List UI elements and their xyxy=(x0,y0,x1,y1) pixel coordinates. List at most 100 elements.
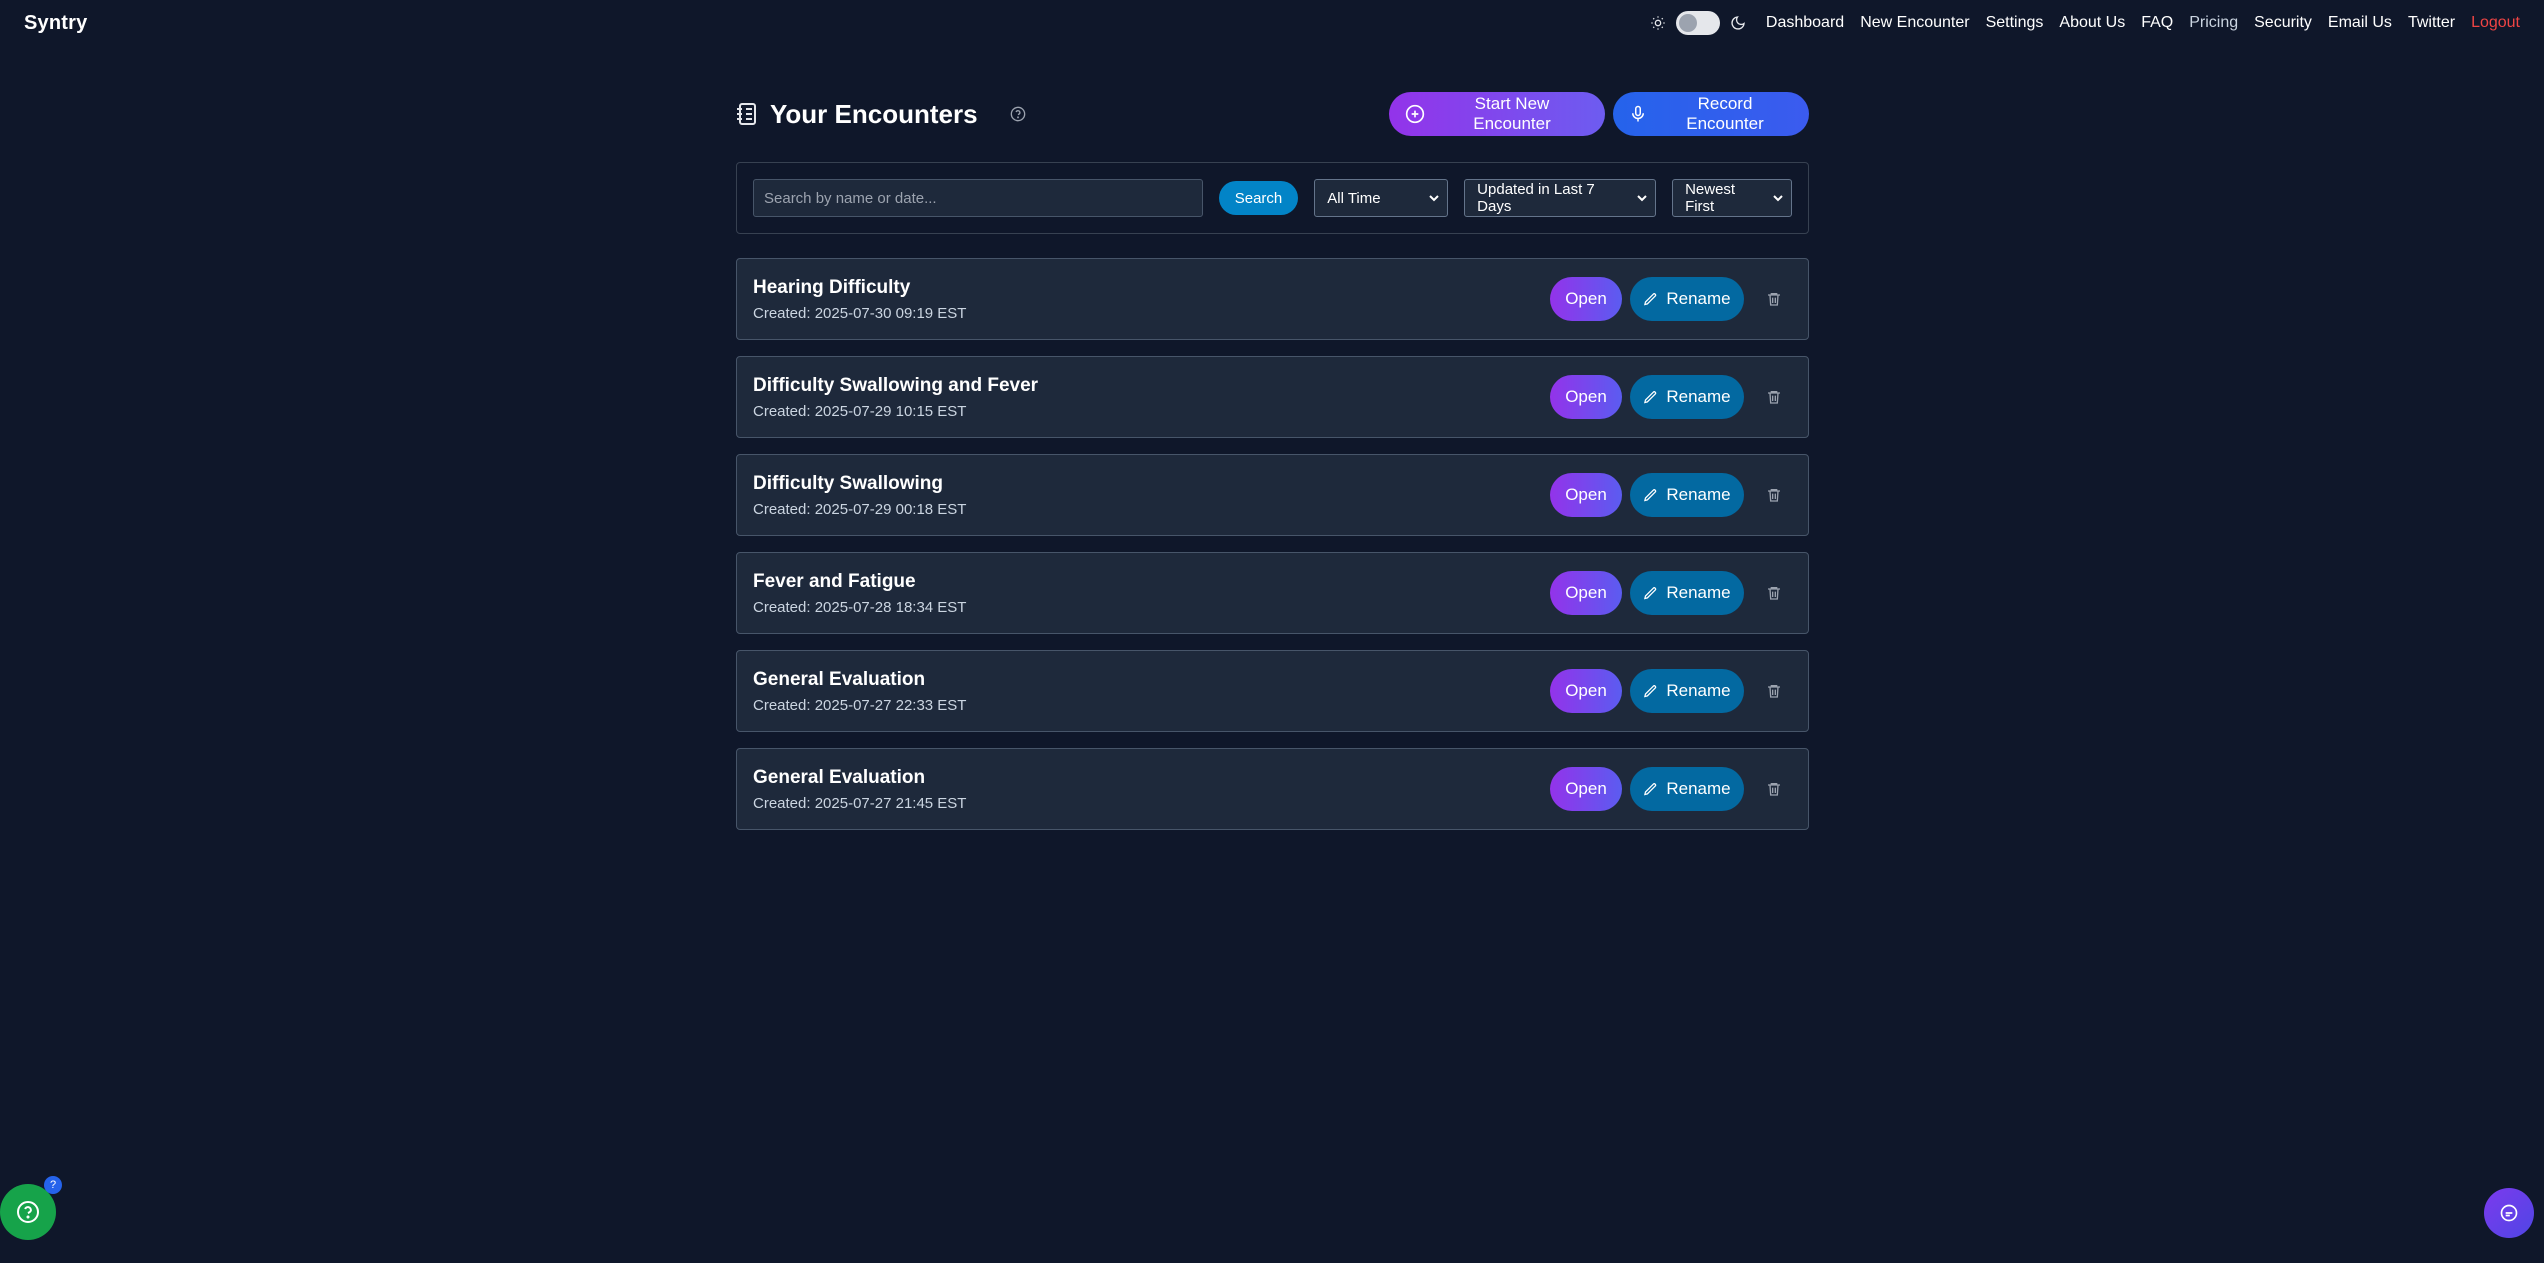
encounter-info: Hearing Difficulty Created: 2025-07-30 0… xyxy=(753,277,966,322)
updated-filter-select[interactable]: Updated in Last 7 Days xyxy=(1464,179,1657,217)
chevron-down-icon xyxy=(1429,194,1439,202)
sun-icon xyxy=(1650,15,1666,31)
main-content: Your Encounters Start New Encounter Reco… xyxy=(736,90,1809,830)
time-range-value: All Time xyxy=(1327,189,1381,207)
pencil-icon xyxy=(1643,586,1658,601)
pencil-icon xyxy=(1643,292,1658,307)
trash-icon[interactable] xyxy=(1756,281,1792,317)
nav-faq[interactable]: FAQ xyxy=(2141,14,2173,32)
open-button[interactable]: Open xyxy=(1550,669,1622,713)
trash-icon[interactable] xyxy=(1756,673,1792,709)
header-actions: Start New Encounter Record Encounter xyxy=(1389,92,1809,136)
chevron-down-icon xyxy=(1637,194,1647,202)
encounter-actions: Open Rename xyxy=(1550,473,1792,517)
encounter-actions: Open Rename xyxy=(1550,669,1792,713)
help-circle-icon xyxy=(16,1200,40,1224)
page-header: Your Encounters Start New Encounter Reco… xyxy=(736,90,1809,138)
encounter-created: Created: 2025-07-29 00:18 EST xyxy=(753,500,967,518)
encounter-title: Difficulty Swallowing and Fever xyxy=(753,374,1039,396)
nav-settings[interactable]: Settings xyxy=(1986,14,2044,32)
nav-new-encounter[interactable]: New Encounter xyxy=(1860,14,1969,32)
encounter-created: Created: 2025-07-28 18:34 EST xyxy=(753,598,967,616)
encounter-created: Created: 2025-07-29 10:15 EST xyxy=(753,402,967,420)
trash-icon[interactable] xyxy=(1756,575,1792,611)
open-button[interactable]: Open xyxy=(1550,473,1622,517)
nav-logout[interactable]: Logout xyxy=(2471,14,2520,32)
encounter-info: General Evaluation Created: 2025-07-27 2… xyxy=(753,767,966,812)
nav-security[interactable]: Security xyxy=(2254,14,2312,32)
encounter-created: Created: 2025-07-30 09:19 EST xyxy=(753,304,967,322)
nav-twitter[interactable]: Twitter xyxy=(2408,14,2455,32)
encounter-list: Hearing Difficulty Created: 2025-07-30 0… xyxy=(736,258,1809,830)
help-circle-icon[interactable] xyxy=(1010,106,1026,122)
rename-label: Rename xyxy=(1666,779,1731,798)
open-button[interactable]: Open xyxy=(1550,277,1622,321)
chat-button[interactable] xyxy=(2484,1188,2534,1238)
encounter-actions: Open Rename xyxy=(1550,571,1792,615)
encounter-info: Fever and Fatigue Created: 2025-07-28 18… xyxy=(753,571,966,616)
trash-icon[interactable] xyxy=(1756,379,1792,415)
rename-button[interactable]: Rename xyxy=(1630,375,1744,419)
sort-order-value: Newest First xyxy=(1685,181,1736,215)
encounter-card: General Evaluation Created: 2025-07-27 2… xyxy=(736,748,1809,830)
rename-label: Rename xyxy=(1666,583,1731,602)
rename-label: Rename xyxy=(1666,485,1731,504)
open-button[interactable]: Open xyxy=(1550,767,1622,811)
chat-icon xyxy=(2499,1203,2519,1223)
theme-switcher xyxy=(1650,11,1746,35)
rename-label: Rename xyxy=(1666,289,1731,308)
nav-email-us[interactable]: Email Us xyxy=(2328,14,2392,32)
encounter-actions: Open Rename xyxy=(1550,277,1792,321)
time-range-select[interactable]: All Time xyxy=(1314,179,1449,217)
search-button[interactable]: Search xyxy=(1218,181,1299,215)
moon-icon xyxy=(1730,15,1746,31)
encounter-created: Created: 2025-07-27 21:45 EST xyxy=(753,794,967,812)
record-encounter-button[interactable]: Record Encounter xyxy=(1613,92,1809,136)
rename-label: Rename xyxy=(1666,681,1731,700)
rename-button[interactable]: Rename xyxy=(1630,669,1744,713)
nav-about-us[interactable]: About Us xyxy=(2059,14,2125,32)
rename-button[interactable]: Rename xyxy=(1630,277,1744,321)
help-badge: ? xyxy=(44,1176,62,1194)
microphone-icon xyxy=(1629,104,1647,124)
rename-button[interactable]: Rename xyxy=(1630,571,1744,615)
encounter-title: Hearing Difficulty xyxy=(753,276,911,298)
pencil-icon xyxy=(1643,390,1658,405)
open-button[interactable]: Open xyxy=(1550,571,1622,615)
pencil-icon xyxy=(1643,684,1658,699)
record-encounter-label: Record Encounter xyxy=(1686,94,1764,133)
trash-icon[interactable] xyxy=(1756,477,1792,513)
encounter-title: General Evaluation xyxy=(753,766,926,788)
search-input[interactable] xyxy=(753,179,1203,217)
open-button[interactable]: Open xyxy=(1550,375,1622,419)
nav-links: Dashboard New Encounter Settings About U… xyxy=(1650,11,2520,35)
nav-pricing[interactable]: Pricing xyxy=(2189,14,2238,32)
plus-circle-icon xyxy=(1405,104,1425,124)
encounter-title: Difficulty Swallowing xyxy=(753,472,944,494)
rename-button[interactable]: Rename xyxy=(1630,473,1744,517)
encounter-info: Difficulty Swallowing Created: 2025-07-2… xyxy=(753,473,966,518)
encounter-card: Difficulty Swallowing Created: 2025-07-2… xyxy=(736,454,1809,536)
nav-dashboard[interactable]: Dashboard xyxy=(1766,14,1844,32)
sort-order-select[interactable]: Newest First xyxy=(1672,179,1792,217)
encounter-info: General Evaluation Created: 2025-07-27 2… xyxy=(753,669,966,714)
start-new-encounter-label: Start New Encounter xyxy=(1473,94,1551,133)
filter-bar: Search All Time Updated in Last 7 Days N… xyxy=(736,162,1809,234)
notebook-icon xyxy=(736,102,758,126)
encounter-card: General Evaluation Created: 2025-07-27 2… xyxy=(736,650,1809,732)
page-title: Your Encounters xyxy=(770,98,978,129)
theme-toggle[interactable] xyxy=(1675,11,1720,35)
toggle-knob xyxy=(1678,14,1697,32)
updated-filter-value: Updated in Last 7 Days xyxy=(1477,181,1595,215)
rename-button[interactable]: Rename xyxy=(1630,767,1744,811)
trash-icon[interactable] xyxy=(1756,771,1792,807)
encounter-actions: Open Rename xyxy=(1550,767,1792,811)
brand-logo[interactable]: Syntry xyxy=(24,12,87,35)
encounter-title: Fever and Fatigue xyxy=(753,570,916,592)
pencil-icon xyxy=(1643,488,1658,503)
chevron-down-icon xyxy=(1773,194,1783,202)
title-group: Your Encounters xyxy=(736,99,1026,130)
start-new-encounter-button[interactable]: Start New Encounter xyxy=(1389,92,1605,136)
encounter-card: Fever and Fatigue Created: 2025-07-28 18… xyxy=(736,552,1809,634)
encounter-card: Hearing Difficulty Created: 2025-07-30 0… xyxy=(736,258,1809,340)
